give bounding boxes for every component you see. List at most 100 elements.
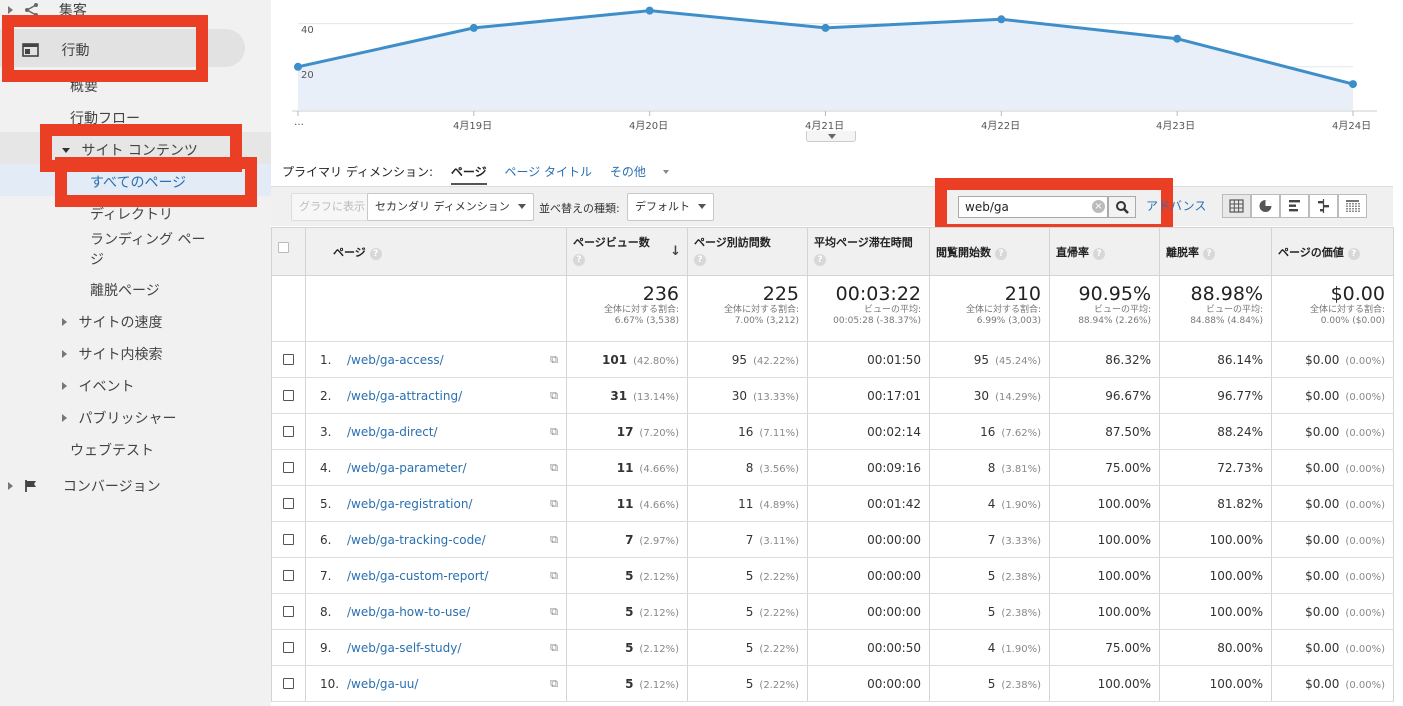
row-exit-rate: 100.00% [1159,557,1272,594]
view-comparison-button[interactable] [1309,194,1338,218]
external-window-icon[interactable]: ⧉ [550,605,558,619]
sidebar-item-landing-pages[interactable]: ランディング ページ [90,230,210,270]
view-pivot-button[interactable] [1338,194,1367,218]
advanced-filter-link[interactable]: アドバンス [1146,197,1206,214]
row-entrances: 4 (1.90%) [929,485,1050,522]
sidebar-item-publisher[interactable]: パブリッシャー [62,408,176,428]
external-window-icon[interactable]: ⧉ [550,461,558,475]
header-pageviews[interactable]: ページビュー数? ↓ [566,227,688,276]
help-icon[interactable]: ? [369,248,382,260]
chart-collapse-toggle[interactable] [806,131,856,142]
row-page-link[interactable]: /web/ga-access/ [347,353,444,367]
row-checkbox[interactable] [283,353,294,365]
sidebar-item-label: コンバージョン [62,479,161,495]
view-table-button[interactable] [1222,194,1251,218]
row-unique-pageviews: 7 (3.11%) [687,521,808,558]
external-window-icon[interactable]: ⧉ [550,353,558,367]
highlight-box-behavior [2,15,208,82]
row-page-link[interactable]: /web/ga-uu/ [347,677,418,691]
view-pie-button[interactable] [1251,194,1280,218]
select-all-checkbox[interactable] [278,242,289,253]
sidebar-item-site-search[interactable]: サイト内検索 [62,344,162,364]
sidebar-item-directory[interactable]: ディレクトリ [90,204,173,224]
external-window-icon[interactable]: ⧉ [550,569,558,583]
cell-value: 5 [987,568,996,583]
sidebar-item-events[interactable]: イベント [62,376,134,396]
view-performance-button[interactable] [1280,194,1309,218]
help-icon[interactable]: ? [694,254,706,266]
row-page-link[interactable]: /web/ga-direct/ [347,425,438,439]
row-entrances: 8 (3.81%) [929,449,1050,486]
cell-percent: (4.89%) [759,499,799,511]
total-value: 225 [762,283,799,305]
header-avg-time[interactable]: 平均ページ滞在時間? [807,227,930,276]
row-checkbox[interactable] [283,389,294,401]
header-page-value[interactable]: ページの価値? [1271,227,1394,276]
sidebar-item-conversions[interactable]: コンバージョン [8,476,161,496]
header-exit-rate[interactable]: 離脱率? [1159,227,1272,276]
y-tick-label: 20 [301,70,314,81]
external-window-icon[interactable]: ⧉ [550,425,558,439]
sidebar-item-site-speed[interactable]: サイトの速度 [62,312,162,332]
row-page-cell: 8. /web/ga-how-to-use/ ⧉ [305,593,567,630]
cell-percent: (1.90%) [1001,643,1041,655]
row-checkbox[interactable] [283,497,294,509]
expand-arrow-icon [8,482,13,490]
help-icon[interactable]: ? [1203,248,1215,260]
row-index: 5. [320,496,332,511]
cell-value: 88.24% [1217,424,1263,439]
external-window-icon[interactable]: ⧉ [550,533,558,547]
row-checkbox[interactable] [283,425,294,437]
external-window-icon[interactable]: ⧉ [550,389,558,403]
row-page-link[interactable]: /web/ga-tracking-code/ [347,533,486,547]
header-bounce-rate[interactable]: 直帰率? [1049,227,1160,276]
help-icon[interactable]: ? [1093,248,1105,260]
help-icon[interactable]: ? [995,248,1007,260]
external-window-icon[interactable]: ⧉ [550,497,558,511]
row-page-value: $0.00 (0.00%) [1271,485,1394,522]
dimension-page-tab[interactable]: ページ [450,165,487,185]
row-unique-pageviews: 5 (2.22%) [687,593,808,630]
cell-value: 75.00% [1105,460,1151,475]
sidebar-item-experiments[interactable]: ウェブテスト [70,440,154,460]
dimension-page-title-link[interactable]: ページ タイトル [504,165,592,179]
row-entrances: 5 (2.38%) [929,593,1050,630]
cell-value: 00:00:00 [867,604,921,619]
row-checkbox[interactable] [283,677,294,689]
external-window-icon[interactable]: ⧉ [550,641,558,655]
header-unique-pageviews[interactable]: ページ別訪問数? [687,227,808,276]
cell-value: 31 [610,388,628,403]
row-page-link[interactable]: /web/ga-custom-report/ [347,569,488,583]
row-page-link[interactable]: /web/ga-attracting/ [347,389,462,403]
plot-rows-button[interactable]: グラフに表示 [291,193,373,221]
row-checkbox[interactable] [283,461,294,473]
row-checkbox[interactable] [283,533,294,545]
row-checkbox[interactable] [283,605,294,617]
row-unique-pageviews: 30 (13.33%) [687,377,808,414]
sort-type-dropdown[interactable]: デフォルト [627,193,714,221]
table-row: 3. /web/ga-direct/ ⧉ 17 (7.20%) 16 (7.11%) 00:0… [271,413,1394,450]
cell-value: 11 [738,496,754,511]
row-page-link[interactable]: /web/ga-parameter/ [347,461,467,475]
help-icon[interactable]: ? [814,254,826,266]
row-checkbox[interactable] [283,641,294,653]
secondary-dimension-dropdown[interactable]: セカンダリ ディメンション [367,193,534,221]
help-icon[interactable]: ? [1347,248,1360,260]
dimension-other-link[interactable]: その他 [610,165,683,179]
header-page[interactable]: ページ? [305,227,567,276]
external-window-icon[interactable]: ⧉ [550,677,558,691]
row-page-link[interactable]: /web/ga-self-study/ [347,641,461,655]
header-entrances[interactable]: 閲覧開始数? [929,227,1050,276]
help-icon[interactable]: ? [573,254,585,266]
row-exit-rate: 100.00% [1159,593,1272,630]
cell-percent: (2.22%) [759,643,799,655]
row-page-link[interactable]: /web/ga-how-to-use/ [347,605,470,619]
row-page-cell: 6. /web/ga-tracking-code/ ⧉ [305,521,567,558]
row-page-value: $0.00 (0.00%) [1271,449,1394,486]
totals-unique: 225 全体に対する割合: 7.00% (3,212) [687,275,808,342]
row-pageviews: 5 (2.12%) [566,593,688,630]
sidebar-item-exit-pages[interactable]: 離脱ページ [90,280,160,300]
row-page-link[interactable]: /web/ga-registration/ [347,497,472,511]
total-sub: 全体に対する割合: [723,305,799,315]
row-checkbox[interactable] [283,569,294,581]
